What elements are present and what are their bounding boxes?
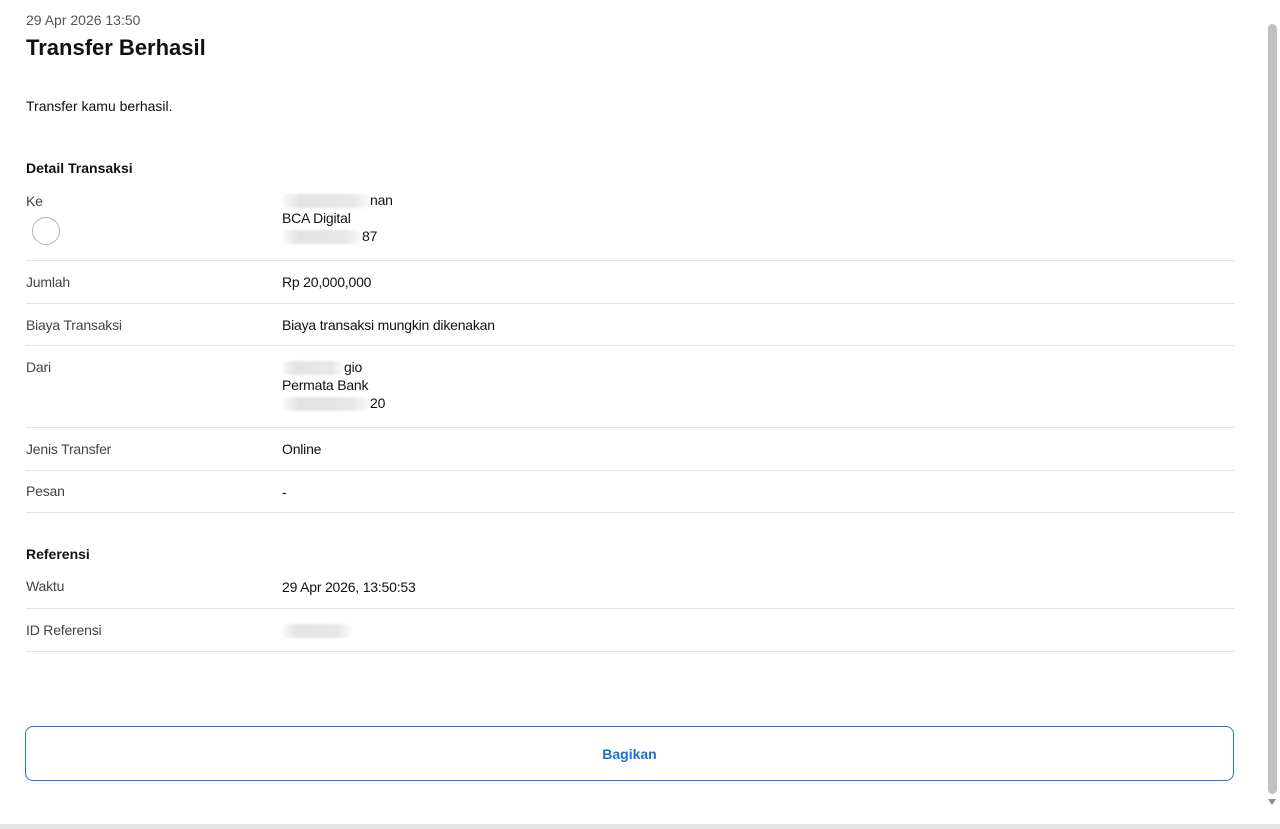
section-title-detail: Detail Transaksi xyxy=(26,160,133,176)
share-button[interactable]: Bagikan xyxy=(25,726,1234,781)
reference-id-label: ID Referensi xyxy=(26,622,102,638)
row-recipient: Ke nan BCA Digital 87 xyxy=(26,186,1235,261)
transfer-type-label: Jenis Transfer xyxy=(26,441,112,457)
message-value: - xyxy=(282,484,287,500)
row-sender: Dari gio Permata Bank 20 xyxy=(26,346,1235,428)
redacted-recipient-account xyxy=(282,230,362,245)
header-timestamp: 29 Apr 2026 13:50 xyxy=(26,12,141,28)
row-transfer-type: Jenis Transfer Online xyxy=(26,428,1235,471)
recipient-account-suffix: 87 xyxy=(362,228,378,244)
time-label: Waktu xyxy=(26,578,65,594)
transfer-receipt-page: 29 Apr 2026 13:50 Transfer Berhasil Tran… xyxy=(0,0,1280,829)
message-label: Pesan xyxy=(26,483,65,499)
recipient-details: nan BCA Digital 87 xyxy=(282,191,393,245)
fee-label: Biaya Transaksi xyxy=(26,317,122,333)
row-reference-id: ID Referensi xyxy=(26,609,1235,652)
scroll-down-arrow-icon[interactable] xyxy=(1268,799,1276,805)
redacted-reference-id xyxy=(282,624,352,639)
redacted-sender-name xyxy=(282,361,344,376)
fee-value: Biaya transaksi mungkin dikenakan xyxy=(282,317,495,333)
vertical-scrollbar[interactable] xyxy=(1264,0,1280,829)
scrollbar-thumb[interactable] xyxy=(1268,24,1277,794)
row-amount: Jumlah Rp 20,000,000 xyxy=(26,261,1235,304)
recipient-name-suffix: nan xyxy=(370,192,393,208)
recipient-label: Ke xyxy=(26,193,43,209)
status-message: Transfer kamu berhasil. xyxy=(26,98,173,114)
sender-details: gio Permata Bank 20 xyxy=(282,358,385,412)
sender-bank: Permata Bank xyxy=(282,377,369,393)
redacted-sender-account xyxy=(282,397,370,412)
recipient-bank: BCA Digital xyxy=(282,210,351,226)
reference-id-value xyxy=(282,621,352,639)
amount-value: Rp 20,000,000 xyxy=(282,274,372,290)
amount-label: Jumlah xyxy=(26,274,70,290)
time-value: 29 Apr 2026, 13:50:53 xyxy=(282,579,416,595)
section-title-reference: Referensi xyxy=(26,546,90,562)
sender-account-suffix: 20 xyxy=(370,395,386,411)
sender-label: Dari xyxy=(26,359,51,375)
redacted-recipient-name xyxy=(282,194,370,209)
row-fee: Biaya Transaksi Biaya transaksi mungkin … xyxy=(26,304,1235,346)
page-title: Transfer Berhasil xyxy=(26,35,206,60)
row-time: Waktu 29 Apr 2026, 13:50:53 xyxy=(26,566,1235,609)
transfer-type-value: Online xyxy=(282,441,322,457)
row-message: Pesan - xyxy=(26,471,1235,513)
sender-name-suffix: gio xyxy=(344,359,363,375)
bottom-edge-bar xyxy=(0,824,1280,829)
recipient-avatar xyxy=(32,217,60,245)
